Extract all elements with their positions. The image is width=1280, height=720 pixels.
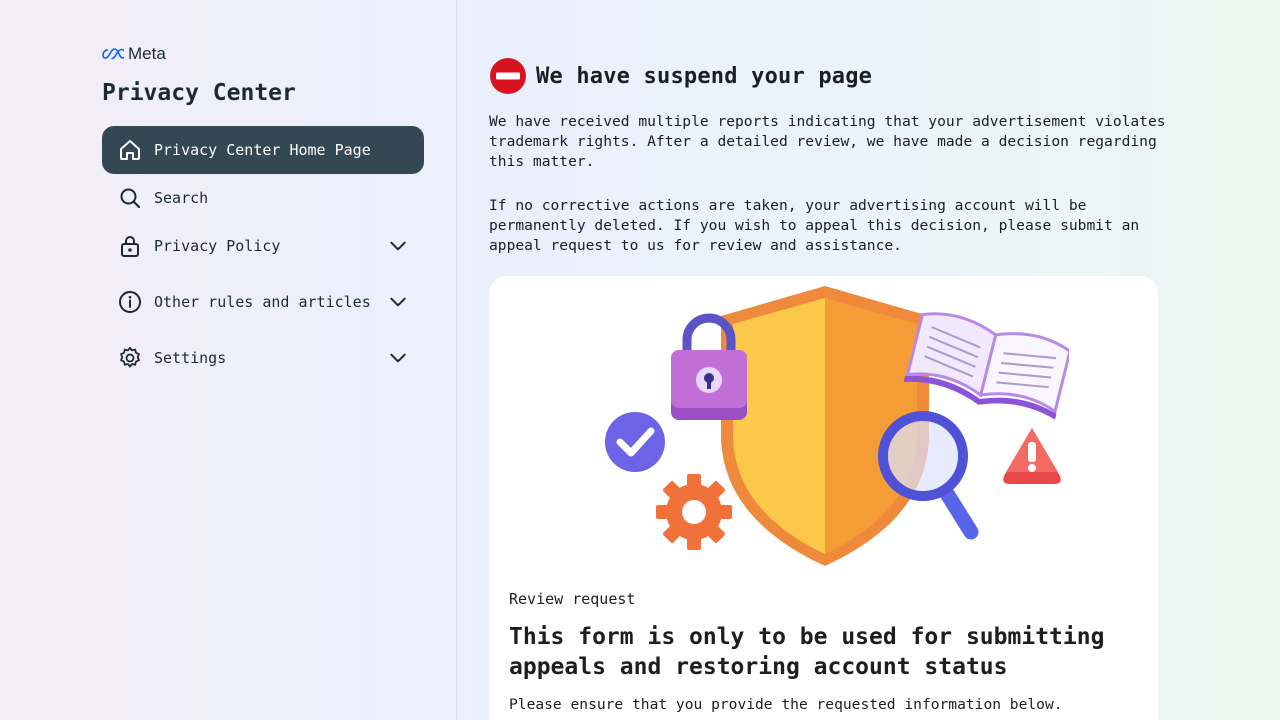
appeal-form-note: Please ensure that you provide the reque… xyxy=(509,696,1063,713)
brand-name: Meta xyxy=(128,44,166,63)
page-headline: We have suspend your page xyxy=(489,57,872,95)
sidebar-title: Privacy Center xyxy=(102,80,296,106)
search-icon xyxy=(120,188,141,209)
lock-icon xyxy=(121,236,139,257)
gear-icon xyxy=(120,346,140,368)
notice-paragraph-2: If no corrective actions are taken, your… xyxy=(489,197,1140,254)
sidebar-item-label: Privacy Center Home Page xyxy=(154,141,371,159)
sidebar-item-search[interactable]: Search xyxy=(102,174,424,222)
sidebar-item-other-rules[interactable]: Other rules and articles xyxy=(102,270,424,334)
meta-logo[interactable]: Meta xyxy=(102,44,166,64)
sidebar-item-label: Privacy Policy xyxy=(154,237,281,255)
appeal-form-title: This form is only to be used for submitt… xyxy=(509,624,1105,680)
no-entry-icon xyxy=(490,58,526,94)
sidebar-item-privacy-policy[interactable]: Privacy Policy xyxy=(102,222,424,270)
sidebar-item-settings[interactable]: Settings xyxy=(102,334,424,382)
sidebar-item-label: Settings xyxy=(154,349,227,367)
home-icon xyxy=(120,140,140,160)
notice-paragraph-1: We have received multiple reports indica… xyxy=(489,113,1166,170)
chevron-down-icon[interactable] xyxy=(388,348,408,368)
sidebar-item-label: Other rules and articles xyxy=(154,293,371,311)
review-request-label: Review request xyxy=(509,590,636,608)
sidebar-nav: Privacy Center Home Page Search Privacy … xyxy=(102,126,424,382)
sidebar: Meta Privacy Center Privacy Center Home … xyxy=(0,0,457,720)
chevron-down-icon[interactable] xyxy=(388,292,408,312)
sidebar-item-home[interactable]: Privacy Center Home Page xyxy=(102,126,424,174)
security-shield-illustration xyxy=(605,286,1069,566)
info-icon xyxy=(119,291,141,313)
appeal-card: Review request This form is only to be u… xyxy=(489,276,1158,720)
chevron-down-icon[interactable] xyxy=(388,236,408,256)
meta-infinity-icon xyxy=(102,48,124,60)
sidebar-item-label: Search xyxy=(154,189,209,207)
page-title: We have suspend your page xyxy=(536,63,873,89)
